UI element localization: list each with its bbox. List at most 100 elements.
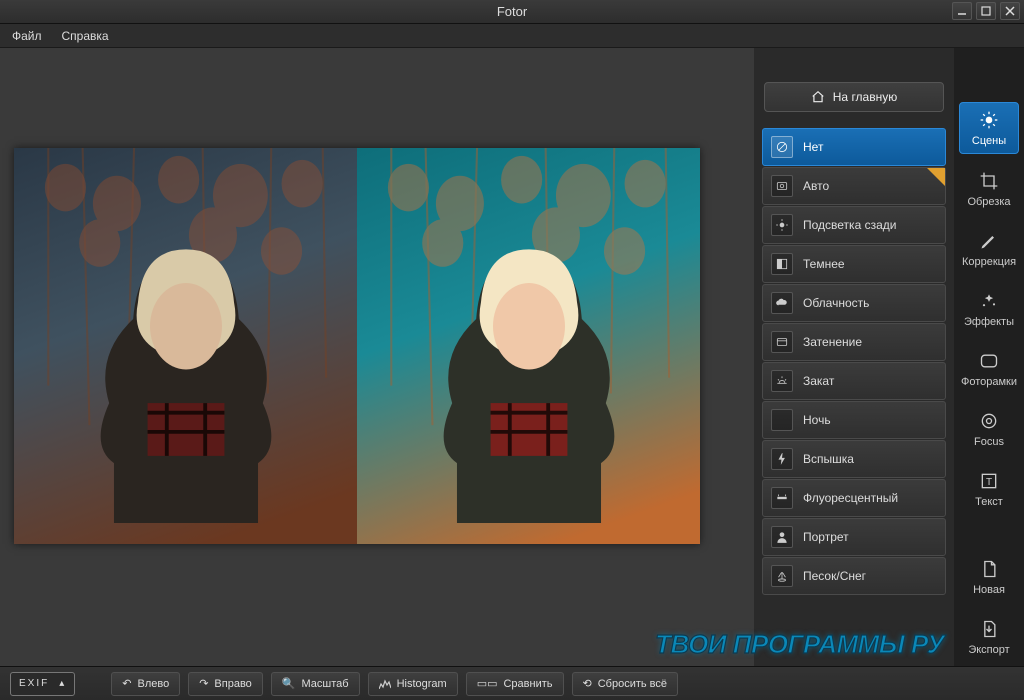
- scene-item-sunset[interactable]: Закат: [762, 362, 946, 400]
- tool-rail: Сцены Обрезка Коррекция Эффекты Фоторамки Foc…: [954, 48, 1024, 666]
- scene-item-label: Облачность: [803, 296, 869, 310]
- title-bar: Fotor: [0, 0, 1024, 24]
- tool-pencil[interactable]: Коррекция: [959, 224, 1019, 274]
- home-icon: [811, 90, 825, 104]
- status-bar: EXIF▴ ↶Влево ↷Вправо 🔍Масштаб Histogram …: [0, 666, 1024, 700]
- tool-target[interactable]: Focus: [959, 404, 1019, 454]
- flash-icon: [771, 448, 793, 470]
- image-original: [14, 148, 357, 544]
- scene-item-label: Нет: [803, 140, 823, 154]
- zoom-button[interactable]: 🔍Масштаб: [271, 672, 360, 696]
- window-controls: [952, 2, 1020, 20]
- rotate-right-icon: ↷: [199, 677, 208, 690]
- scene-item-cloudy[interactable]: Облачность: [762, 284, 946, 322]
- tool-label: Экспорт: [968, 644, 1009, 656]
- reset-icon: ⟲: [583, 677, 592, 690]
- pencil-icon: [978, 230, 1000, 252]
- portrait-silhouette: [408, 235, 648, 544]
- scene-item-label: Флуоресцентный: [803, 491, 898, 505]
- scene-item-label: Песок/Снег: [803, 569, 866, 583]
- backlight-icon: [771, 214, 793, 236]
- tool-label: Эффекты: [964, 316, 1014, 328]
- chevron-up-icon: ▴: [59, 678, 66, 689]
- tool-label: Focus: [974, 436, 1004, 448]
- target-icon: [978, 410, 1000, 432]
- menu-file[interactable]: Файл: [8, 27, 46, 45]
- export-icon: [978, 618, 1000, 640]
- reset-button[interactable]: ⟲Сбросить всё: [572, 672, 679, 696]
- tool-frame[interactable]: Фоторамки: [959, 344, 1019, 394]
- scene-item-label: Авто: [803, 179, 829, 193]
- portrait-silhouette: [65, 235, 305, 544]
- night-icon: [771, 409, 793, 431]
- darken-icon: [771, 253, 793, 275]
- maximize-button[interactable]: [976, 2, 996, 20]
- canvas-area: [0, 48, 754, 666]
- crop-icon: [978, 170, 1000, 192]
- star-badge-icon: [927, 168, 945, 186]
- close-button[interactable]: [1000, 2, 1020, 20]
- histogram-icon: [379, 679, 391, 689]
- rotate-left-icon: ↶: [122, 677, 131, 690]
- scene-item-label: Темнее: [803, 257, 845, 271]
- scene-list: Нет Авто Подсветка сзади Темнее Облачность За…: [762, 128, 946, 595]
- portrait-icon: [771, 526, 793, 548]
- tool-label: Обрезка: [967, 196, 1010, 208]
- new-icon: [978, 558, 1000, 580]
- compare-icon: ▭▭: [477, 677, 498, 690]
- fluorescent-icon: [771, 487, 793, 509]
- main-area: На главную Нет Авто Подсветка сзади Темнее О…: [0, 48, 1024, 666]
- zoom-icon: 🔍: [282, 677, 296, 690]
- scene-item-darken[interactable]: Темнее: [762, 245, 946, 283]
- tool-sparkles[interactable]: Эффекты: [959, 284, 1019, 334]
- scene-item-fluorescent[interactable]: Флуоресцентный: [762, 479, 946, 517]
- auto-icon: [771, 175, 793, 197]
- home-button[interactable]: На главную: [764, 82, 944, 112]
- tool-text[interactable]: T Текст: [959, 464, 1019, 514]
- tool-label: Фоторамки: [961, 376, 1017, 388]
- histogram-button[interactable]: Histogram: [368, 672, 458, 696]
- scene-item-none[interactable]: Нет: [762, 128, 946, 166]
- right-column: На главную Нет Авто Подсветка сзади Темнее О…: [754, 48, 1024, 666]
- tool-crop[interactable]: Обрезка: [959, 164, 1019, 214]
- scene-item-sandsnow[interactable]: Песок/Снег: [762, 557, 946, 595]
- text-icon: T: [978, 470, 1000, 492]
- sandsnow-icon: [771, 565, 793, 587]
- scene-item-night[interactable]: Ночь: [762, 401, 946, 439]
- compare-button[interactable]: ▭▭Сравнить: [466, 672, 564, 696]
- scene-item-label: Подсветка сзади: [803, 218, 896, 232]
- tool-new[interactable]: Новая: [959, 552, 1019, 602]
- scene-item-label: Ночь: [803, 413, 831, 427]
- sun-icon: [978, 109, 1000, 131]
- window-title: Fotor: [497, 4, 527, 19]
- rotate-right-button[interactable]: ↷Вправо: [188, 672, 263, 696]
- home-button-label: На главную: [833, 90, 897, 104]
- tool-label: Новая: [973, 584, 1005, 596]
- none-icon: [771, 136, 793, 158]
- scene-item-backlight[interactable]: Подсветка сзади: [762, 206, 946, 244]
- scene-item-shade[interactable]: Затенение: [762, 323, 946, 361]
- frame-icon: [978, 350, 1000, 372]
- rotate-left-button[interactable]: ↶Влево: [111, 672, 180, 696]
- scene-item-auto[interactable]: Авто: [762, 167, 946, 205]
- tool-sun[interactable]: Сцены: [959, 102, 1019, 154]
- menu-bar: Файл Справка: [0, 24, 1024, 48]
- scene-item-flash[interactable]: Вспышка: [762, 440, 946, 478]
- menu-help[interactable]: Справка: [58, 27, 113, 45]
- tool-export[interactable]: Экспорт: [959, 612, 1019, 662]
- sunset-icon: [771, 370, 793, 392]
- image-compare-view[interactable]: [14, 148, 700, 544]
- tool-label: Сцены: [972, 135, 1006, 147]
- tool-label: Коррекция: [962, 256, 1016, 268]
- tool-label: Текст: [975, 496, 1003, 508]
- cloudy-icon: [771, 292, 793, 314]
- scene-item-label: Портрет: [803, 530, 849, 544]
- svg-text:T: T: [986, 477, 992, 488]
- scene-item-label: Вспышка: [803, 452, 854, 466]
- exif-button[interactable]: EXIF▴: [10, 672, 75, 696]
- minimize-button[interactable]: [952, 2, 972, 20]
- scene-item-portrait[interactable]: Портрет: [762, 518, 946, 556]
- shade-icon: [771, 331, 793, 353]
- scene-item-label: Закат: [803, 374, 834, 388]
- scene-item-label: Затенение: [803, 335, 862, 349]
